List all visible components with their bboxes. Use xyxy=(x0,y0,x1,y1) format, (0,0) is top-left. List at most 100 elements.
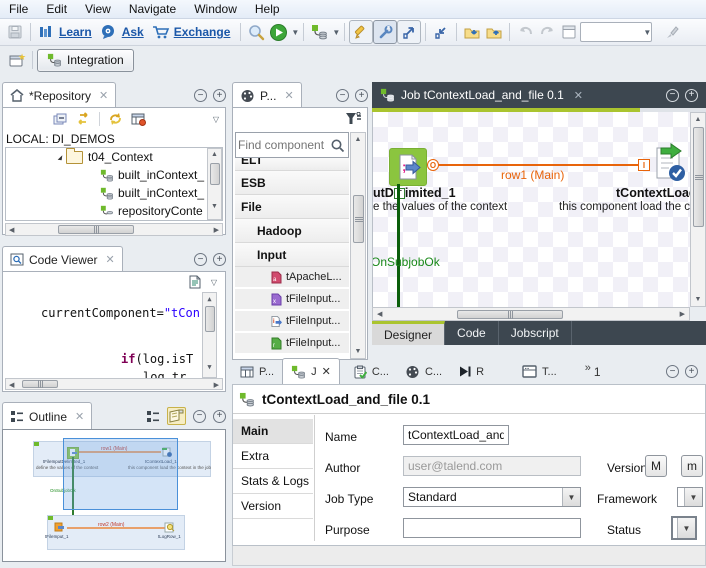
minimize-icon[interactable]: − xyxy=(194,89,207,102)
codeviewer-hscrollbar[interactable]: ◀ ▶ xyxy=(5,378,223,390)
minimize-icon[interactable]: − xyxy=(193,410,206,423)
close-icon[interactable]: ✕ xyxy=(105,253,114,266)
exchange-cart-icon[interactable] xyxy=(150,21,172,43)
repository-hscrollbar[interactable]: ◀ ▶ xyxy=(5,223,223,236)
job-canvas[interactable]: ; O row1 (Main) I utDTimited_1 e the val… xyxy=(372,112,691,307)
maximize-icon[interactable]: + xyxy=(685,89,698,102)
tree-item-folder[interactable]: t04_Context xyxy=(6,148,222,166)
tab-code-viewer[interactable]: Code Viewer ✕ xyxy=(2,246,123,272)
ask-link[interactable]: Ask xyxy=(122,25,144,39)
component-tcontextload[interactable] xyxy=(649,142,687,184)
wrench-icon[interactable] xyxy=(373,20,397,44)
undo-icon[interactable] xyxy=(514,21,536,43)
palette-item-tfileinput[interactable]: r tFileInput... xyxy=(235,333,349,355)
search-input[interactable] xyxy=(236,138,330,152)
scroll-up-icon[interactable]: ▲ xyxy=(351,136,365,143)
maximize-icon[interactable]: + xyxy=(213,89,226,102)
expand-icon[interactable] xyxy=(58,154,63,160)
outline-viewport-rect[interactable] xyxy=(63,438,178,510)
nav-main[interactable]: Main xyxy=(233,419,313,444)
scroll-down-icon[interactable]: ▼ xyxy=(203,363,216,371)
tab-problems[interactable]: P... xyxy=(232,359,282,384)
combo-dropdown-icon[interactable]: ▼ xyxy=(643,28,651,37)
chevron-down-icon[interactable]: ▼ xyxy=(684,488,702,506)
scroll-up-icon[interactable]: ▲ xyxy=(203,295,216,303)
minimize-icon[interactable]: − xyxy=(666,89,679,102)
tab-code[interactable]: Code xyxy=(445,321,499,345)
code-area[interactable]: currentComponent="tCon if(log.isT log.tr… xyxy=(3,292,225,378)
version-major-button[interactable]: M xyxy=(645,455,667,477)
codeviewer-vscrollbar[interactable]: ▲ ▼ xyxy=(202,292,217,378)
palette-category-esb[interactable]: ESB xyxy=(235,171,349,195)
import-icon[interactable] xyxy=(430,21,452,43)
tab-contexts[interactable]: C... xyxy=(346,359,397,384)
menu-edit[interactable]: Edit xyxy=(37,1,76,17)
scroll-left-icon[interactable]: ◀ xyxy=(377,310,382,318)
tree-item-job[interactable]: built_inContext_ xyxy=(6,184,222,202)
component-dropdown-icon[interactable]: ▼ xyxy=(332,28,340,37)
tab-job[interactable]: J ✕ xyxy=(282,358,340,384)
maximize-icon[interactable]: + xyxy=(213,253,226,266)
canvas-hscrollbar[interactable]: ◀ ▶ xyxy=(372,307,690,321)
output-connector[interactable]: O xyxy=(427,159,439,171)
pencil-icon[interactable] xyxy=(349,20,373,44)
nav-version[interactable]: Version xyxy=(233,494,313,519)
learn-icon[interactable] xyxy=(35,21,57,43)
palette-vscrollbar[interactable]: ▲ ▼ xyxy=(350,132,366,359)
menu-file[interactable]: File xyxy=(0,1,37,17)
scroll-left-icon[interactable]: ◀ xyxy=(9,226,14,234)
component-icon[interactable] xyxy=(308,21,330,43)
maximize-icon[interactable]: + xyxy=(213,410,226,423)
palette-item-tfileinput[interactable]: x tFileInput... xyxy=(235,289,349,311)
name-field[interactable] xyxy=(403,425,509,445)
notes-icon[interactable] xyxy=(558,21,580,43)
scroll-down-icon[interactable]: ▼ xyxy=(351,348,365,355)
tab-component[interactable]: C... xyxy=(397,359,450,384)
tab-job-editor[interactable]: Job tContextLoad_and_file 0.1 ✕ xyxy=(372,82,591,108)
chevron-down-icon[interactable]: ▼ xyxy=(677,518,695,538)
link-repository-icon[interactable] xyxy=(75,112,91,126)
tab-run[interactable]: R xyxy=(450,359,492,384)
scroll-left-icon[interactable]: ◀ xyxy=(9,381,14,389)
component-tfileinputdelimited[interactable]: ; xyxy=(389,148,427,186)
minimize-icon[interactable]: − xyxy=(666,365,679,378)
scroll-right-icon[interactable]: ▶ xyxy=(214,381,219,389)
palette-item-tapachelog[interactable]: a tApacheL... xyxy=(235,267,349,289)
open-perspective-icon[interactable]: ★ xyxy=(6,49,28,71)
thumbnail-view-icon[interactable] xyxy=(167,407,186,425)
collapse-all-icon[interactable] xyxy=(53,113,67,126)
tab-designer[interactable]: Designer xyxy=(372,321,445,345)
minimize-icon[interactable]: − xyxy=(194,253,207,266)
close-icon[interactable]: ✕ xyxy=(284,89,293,102)
export-icon[interactable] xyxy=(397,20,421,44)
close-icon[interactable]: ✕ xyxy=(99,89,108,102)
nav-stats-logs[interactable]: Stats & Logs xyxy=(233,469,313,494)
menu-help[interactable]: Help xyxy=(246,1,289,17)
run-dropdown-icon[interactable]: ▼ xyxy=(291,28,299,37)
view-menu-icon[interactable]: ▽ xyxy=(213,115,219,124)
learn-link[interactable]: Learn xyxy=(59,25,92,39)
redo-icon[interactable] xyxy=(536,21,558,43)
status-select[interactable]: ▼ xyxy=(671,516,697,540)
close-icon[interactable]: ✕ xyxy=(75,410,84,423)
row1-connection-line[interactable] xyxy=(439,164,638,166)
minimize-icon[interactable]: − xyxy=(336,89,349,102)
tab-outline[interactable]: Outline ✕ xyxy=(2,402,92,430)
tab-overflow-chevron[interactable]: » 1 xyxy=(577,359,609,384)
search-icon[interactable] xyxy=(330,138,345,153)
search-icon[interactable] xyxy=(245,21,267,43)
save-icon[interactable] xyxy=(4,21,26,43)
palette-category-elt[interactable]: ELT xyxy=(235,158,349,171)
close-icon[interactable]: ✕ xyxy=(322,365,331,378)
purpose-field[interactable] xyxy=(403,518,581,538)
exchange-link[interactable]: Exchange xyxy=(174,25,231,39)
scroll-right-icon[interactable]: ▶ xyxy=(680,310,685,318)
export-items-icon[interactable] xyxy=(483,21,505,43)
scroll-down-icon[interactable]: ▼ xyxy=(208,203,221,210)
scroll-up-icon[interactable]: ▲ xyxy=(208,151,221,158)
palette-category-file[interactable]: File xyxy=(235,195,349,219)
outline-thumbnail[interactable]: row1 (Main) tFileInputDelimited_1 define… xyxy=(3,430,225,561)
row1-connection-label[interactable]: row1 (Main) xyxy=(501,168,564,182)
import-items-icon[interactable] xyxy=(461,21,483,43)
run-icon[interactable] xyxy=(267,21,289,43)
